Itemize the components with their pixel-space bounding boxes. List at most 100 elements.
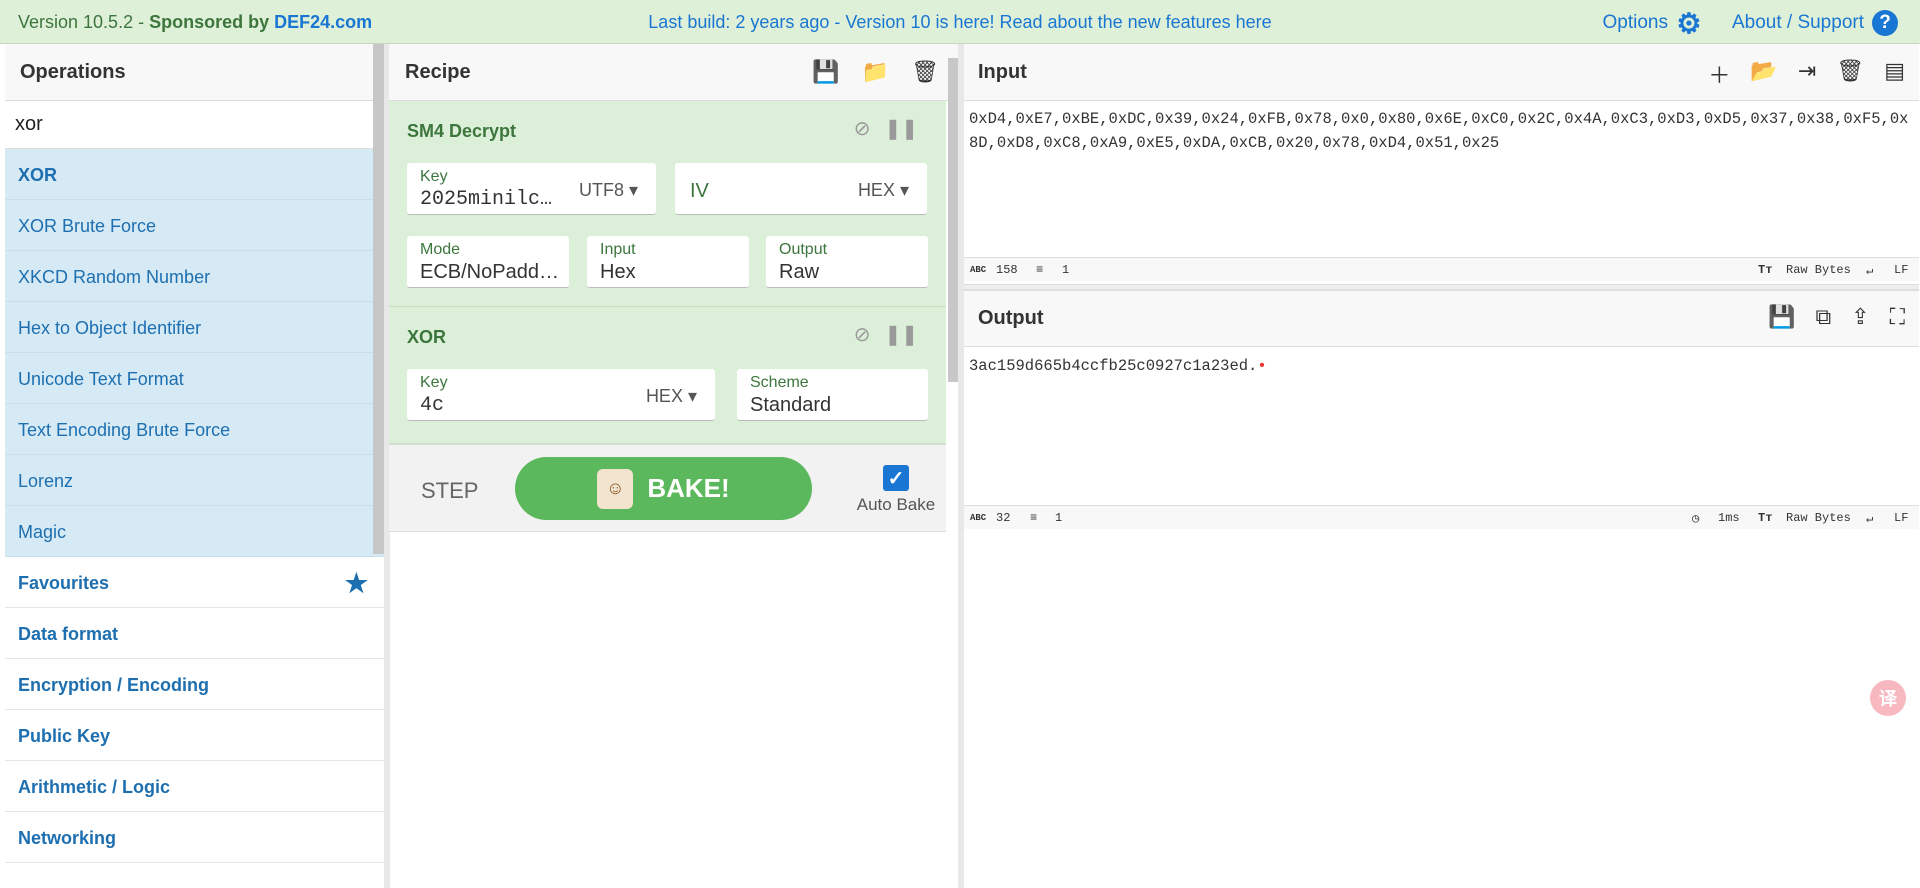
recipe-op-sm4-decrypt[interactable]: SM4 Decrypt ⊘ ❚❚ Key 2025minilc… UTF8 ▾ … (389, 101, 946, 307)
op-name: XOR (407, 327, 447, 347)
input-length: 158 (996, 263, 1018, 277)
bake-label: BAKE! (647, 473, 730, 503)
output-encoding[interactable]: Raw Bytes (1786, 511, 1851, 525)
open-file-icon[interactable]: ⇥ (1798, 58, 1816, 90)
abc-icon: ABC (970, 513, 987, 523)
input-encoding[interactable]: Raw Bytes (1786, 263, 1851, 277)
key-value[interactable]: 4c (420, 394, 444, 417)
input-eol[interactable]: LF (1894, 263, 1908, 277)
category-public-key[interactable]: Public Key (5, 710, 386, 761)
sm4-mode-field[interactable]: Mode ECB/NoPadd… (407, 236, 569, 288)
key-encoding-dropdown[interactable]: UTF8 ▾ (579, 180, 638, 201)
abc-icon: ABC (970, 265, 987, 275)
xor-key-field[interactable]: Key 4c HEX ▾ (407, 369, 715, 421)
banner-links: Options ⚙ About / Support ? (1602, 8, 1898, 39)
gear-icon[interactable]: ⚙ (1676, 8, 1702, 39)
iv-encoding-dropdown[interactable]: HEX ▾ (858, 180, 909, 201)
options-link[interactable]: Options (1602, 12, 1667, 34)
add-tab-icon[interactable]: ＋ (1708, 58, 1730, 90)
op-result-xkcd-random-number[interactable]: XKCD Random Number (5, 251, 386, 302)
disable-icon[interactable]: ⊘ (854, 322, 871, 347)
trash-icon[interactable]: 🗑 (911, 59, 939, 85)
build-notice-link[interactable]: Last build: 2 years ago - Version 10 is … (648, 12, 1271, 32)
input-status-bar: ABC 158 ≡ 1 Tт Raw Bytes ↵ LF (964, 257, 1919, 281)
mode-value: ECB/NoPadd… (420, 261, 559, 283)
category-encryption-encoding[interactable]: Encryption / Encoding (5, 659, 386, 710)
encoding-label: HEX (857, 180, 895, 200)
recipe-toolbar: 💾 📁 🗑 (812, 59, 939, 85)
op-name: SM4 Decrypt (407, 121, 517, 141)
maximize-icon[interactable]: ⛶ (1890, 304, 1905, 330)
eol-icon[interactable]: ↵ (1866, 511, 1873, 526)
open-folder-icon[interactable]: 📂 (1750, 58, 1777, 90)
category-arithmetic-logic[interactable]: Arithmetic / Logic (5, 761, 386, 812)
op-result-magic[interactable]: Magic (5, 506, 386, 557)
op-result-hex-to-object-identifier[interactable]: Hex to Object Identifier (5, 302, 386, 353)
sm4-iv-field[interactable]: IV HEX ▾ (675, 163, 927, 215)
sm4-key-field[interactable]: Key 2025minilc… UTF8 ▾ (407, 163, 656, 215)
save-icon[interactable]: 💾 (1768, 304, 1795, 330)
output-eol[interactable]: LF (1894, 511, 1908, 525)
version-info: Version 10.5.2 - Sponsored by DEF24.com (18, 12, 372, 33)
input-textarea[interactable]: 0xD4,0xE7,0xBE,0xDC,0x39,0x24,0xFB,0x78,… (969, 107, 1914, 155)
pause-icon[interactable]: ❚❚ (884, 322, 918, 347)
iv-placeholder: IV (690, 180, 709, 202)
output-lines: 1 (1055, 511, 1063, 525)
category-label: Favourites (18, 573, 110, 593)
layout-icon[interactable]: ▤ (1884, 58, 1905, 90)
folder-icon[interactable]: 📁 (862, 59, 889, 85)
lines-icon: ≡ (1036, 263, 1044, 277)
input-format-value: Hex (600, 261, 636, 283)
sm4-output-field[interactable]: Output Raw (766, 236, 928, 288)
input-lines: 1 (1062, 263, 1070, 277)
category-favourites[interactable]: Favourites ★ (5, 557, 386, 608)
translate-icon[interactable]: 译 (1870, 680, 1906, 716)
sm4-input-field[interactable]: Input Hex (587, 236, 749, 288)
copy-icon[interactable]: ⧉ (1815, 304, 1831, 330)
sponsor-link[interactable]: DEF24.com (274, 12, 372, 32)
bake-button[interactable]: ☺ BAKE! (515, 457, 812, 520)
disable-icon[interactable]: ⊘ (854, 116, 871, 141)
category-networking[interactable]: Networking (5, 812, 386, 863)
output-length: 32 (996, 511, 1011, 525)
replace-input-icon[interactable]: ⇪ (1851, 304, 1869, 330)
op-result-lorenz[interactable]: Lorenz (5, 455, 386, 506)
step-button[interactable]: STEP (421, 478, 478, 504)
eol-icon[interactable]: ↵ (1866, 263, 1873, 278)
input-panel: Input ＋ 📂 ⇥ 🗑 ▤ 0xD4,0xE7,0xBE,0xDC,0x39… (964, 44, 1919, 284)
op-result-xor[interactable]: XOR (5, 149, 386, 200)
op-result-unicode-text-format[interactable]: Unicode Text Format (5, 353, 386, 404)
op-controls: ⊘ ❚❚ (854, 322, 918, 347)
field-label: Key (420, 374, 448, 391)
output-status-bar: ABC 32 ≡ 1 ◷ 1ms Tт Raw Bytes ↵ LF (964, 505, 1919, 529)
output-value: 3ac159d665b4ccfb25c0927c1a23ed. (969, 357, 1258, 375)
op-result-text-encoding-brute-force[interactable]: Text Encoding Brute Force (5, 404, 386, 455)
star-icon: ★ (344, 568, 368, 598)
recipe-panel: Recipe 💾 📁 🗑 SM4 Decrypt ⊘ ❚❚ Key 2025mi… (389, 44, 959, 884)
text-type-icon[interactable]: Tт (1758, 511, 1772, 525)
bake-time: 1ms (1718, 511, 1740, 525)
output-panel: Output 💾 ⧉ ⇪ ⛶ 3ac159d665b4ccfb25c0927c1… (964, 290, 1919, 886)
output-text[interactable]: 3ac159d665b4ccfb25c0927c1a23ed.• (969, 354, 1914, 378)
key-encoding-dropdown[interactable]: HEX ▾ (646, 386, 697, 407)
operations-panel: Operations xor XOR XOR Brute Force XKCD … (5, 44, 386, 884)
field-label: Mode (420, 241, 461, 258)
field-label: Output (779, 241, 828, 258)
auto-bake-toggle[interactable]: ✓ Auto Bake (851, 465, 941, 515)
checkbox-checked-icon[interactable]: ✓ (883, 465, 909, 491)
pause-icon[interactable]: ❚❚ (884, 116, 918, 141)
operations-scrollbar[interactable] (373, 44, 384, 554)
scheme-value: Standard (750, 394, 832, 416)
about-support-link[interactable]: About / Support (1732, 12, 1864, 34)
key-value[interactable]: 2025minilc… (420, 188, 552, 211)
xor-scheme-field[interactable]: Scheme Standard (737, 369, 928, 421)
trash-icon[interactable]: 🗑 (1836, 58, 1864, 90)
text-type-icon[interactable]: Tт (1758, 263, 1772, 277)
recipe-op-xor[interactable]: XOR ⊘ ❚❚ Key 4c HEX ▾ Scheme Standard (389, 307, 946, 444)
operations-search-input[interactable]: xor (5, 101, 386, 149)
op-result-xor-brute-force[interactable]: XOR Brute Force (5, 200, 386, 251)
help-icon[interactable]: ? (1872, 10, 1898, 36)
category-data-format[interactable]: Data format (5, 608, 386, 659)
recipe-title-text: Recipe (405, 60, 471, 83)
save-icon[interactable]: 💾 (812, 59, 839, 85)
